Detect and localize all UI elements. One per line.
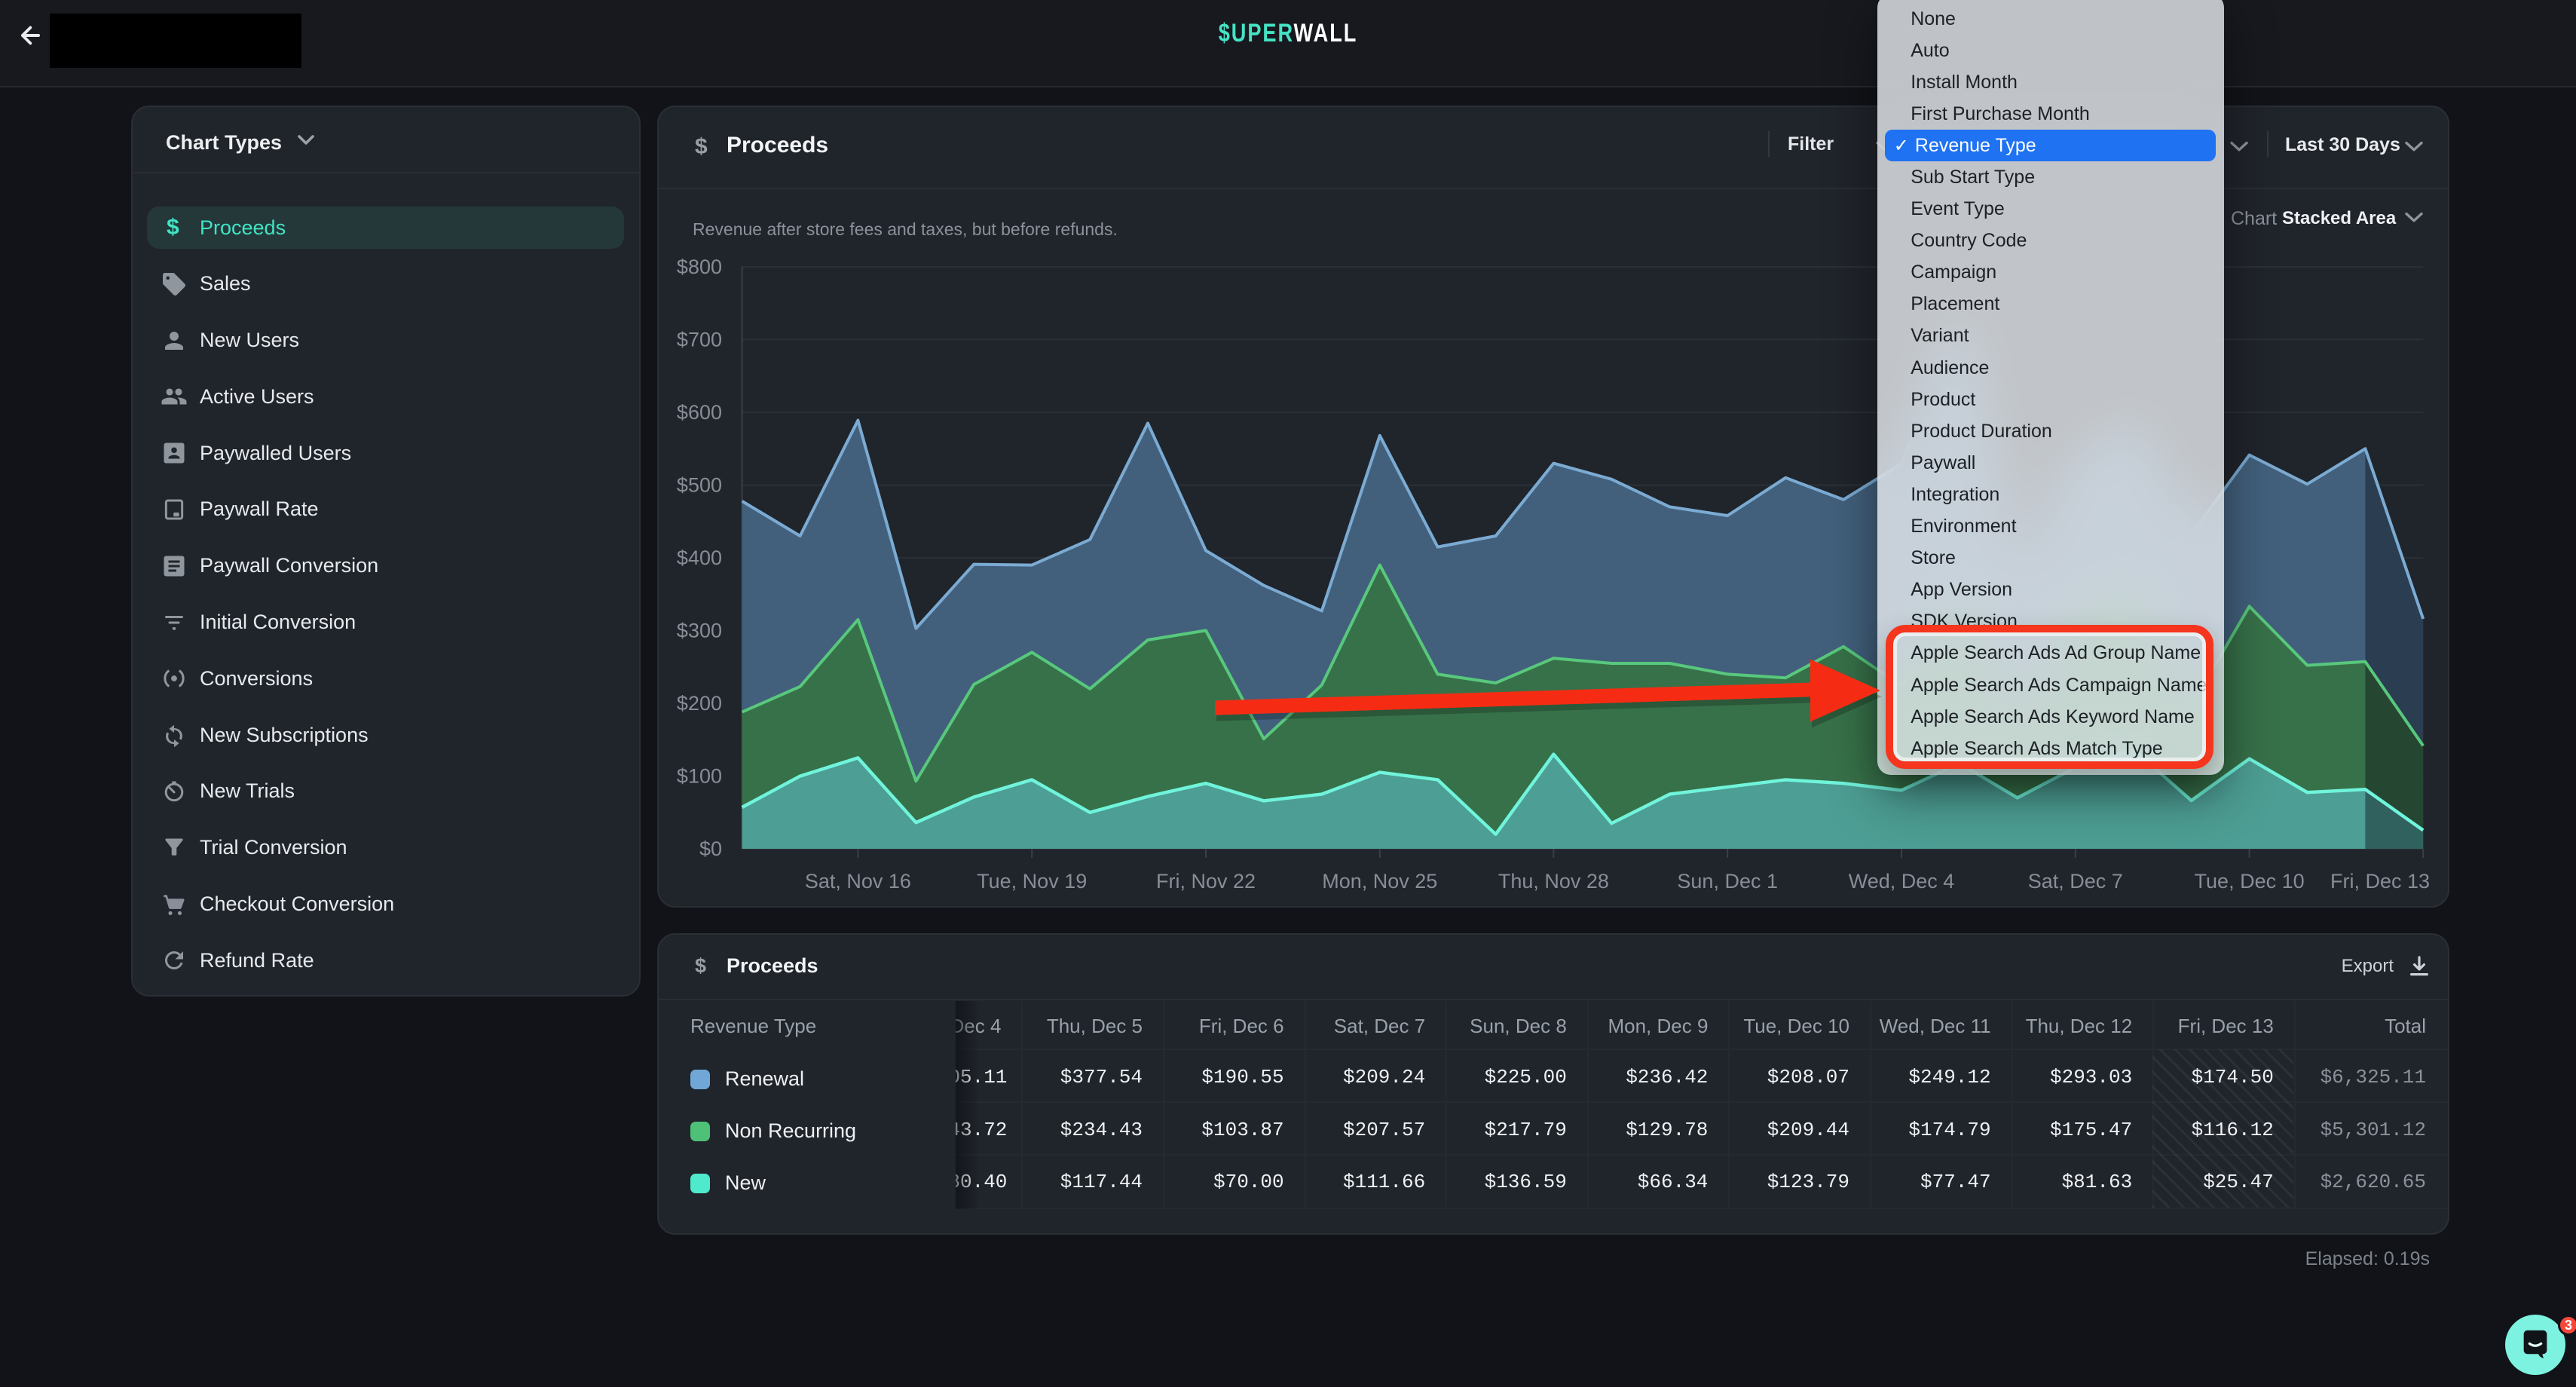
svg-text:$600: $600 — [677, 401, 722, 424]
svg-text:$400: $400 — [677, 547, 722, 569]
svg-text:$200: $200 — [677, 692, 722, 715]
svg-text:$700: $700 — [677, 329, 722, 351]
svg-text:Thu, Nov 28: Thu, Nov 28 — [1498, 870, 1609, 893]
svg-text:$800: $800 — [677, 256, 722, 278]
svg-text:$300: $300 — [677, 620, 722, 642]
svg-text:Sun, Dec 1: Sun, Dec 1 — [1677, 870, 1778, 893]
svg-text:$100: $100 — [677, 764, 722, 787]
svg-text:Sat, Nov 16: Sat, Nov 16 — [805, 870, 911, 893]
svg-text:Fri, Nov 22: Fri, Nov 22 — [1156, 870, 1256, 893]
svg-text:Fri, Dec 13: Fri, Dec 13 — [2330, 870, 2430, 893]
svg-text:Sat, Dec 7: Sat, Dec 7 — [2028, 870, 2123, 893]
svg-text:$500: $500 — [677, 473, 722, 496]
svg-text:$0: $0 — [699, 837, 722, 860]
svg-text:Tue, Nov 19: Tue, Nov 19 — [977, 870, 1087, 893]
svg-text:Tue, Dec 10: Tue, Dec 10 — [2195, 870, 2305, 893]
svg-text:Wed, Dec 4: Wed, Dec 4 — [1849, 870, 1955, 893]
svg-text:Mon, Nov 25: Mon, Nov 25 — [1322, 870, 1437, 893]
